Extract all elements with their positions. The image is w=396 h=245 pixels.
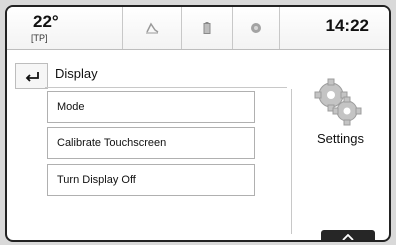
menu-item-mode[interactable]: Mode xyxy=(47,91,255,123)
back-button[interactable] xyxy=(15,63,48,89)
chevron-up-icon xyxy=(342,234,354,240)
status-bar: 22° [TP] 14:22 xyxy=(7,7,389,50)
battery-icon xyxy=(203,22,211,34)
status-slot-battery[interactable] xyxy=(182,7,233,49)
page-title: Display xyxy=(55,66,98,81)
status-slot-media[interactable] xyxy=(233,7,280,49)
settings-label[interactable]: Settings xyxy=(317,131,364,146)
temperature: 22° xyxy=(33,12,59,31)
temperature-sub: [TP] xyxy=(31,33,48,43)
panel-divider xyxy=(291,89,292,234)
gears-icon[interactable] xyxy=(311,75,365,129)
phone-icon xyxy=(146,22,159,34)
media-icon xyxy=(251,23,261,33)
header-divider xyxy=(45,87,287,88)
status-slot-phone[interactable] xyxy=(123,7,182,49)
clock: 14:22 xyxy=(325,16,369,35)
scroll-up-button[interactable] xyxy=(321,230,375,240)
display-screen: 22° [TP] 14:22 Display Mode Calibrate To… xyxy=(5,5,391,242)
temperature-area: 22° [TP] xyxy=(7,7,123,49)
menu-item-turn-display-off[interactable]: Turn Display Off xyxy=(47,164,255,196)
menu-item-calibrate-touchscreen[interactable]: Calibrate Touchscreen xyxy=(47,127,255,159)
back-arrow-icon xyxy=(25,72,39,82)
